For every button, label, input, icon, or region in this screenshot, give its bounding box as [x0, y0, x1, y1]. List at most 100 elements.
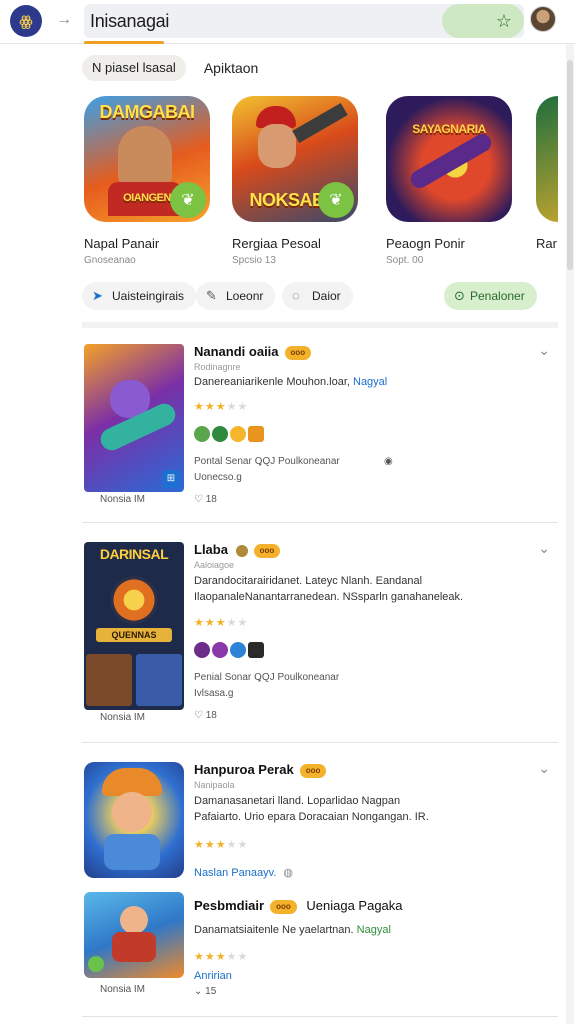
thumbnail-caption: Nonsia IM: [100, 712, 146, 723]
scrollbar-thumb[interactable]: [567, 60, 573, 270]
description-link[interactable]: Nagyal: [353, 376, 387, 388]
character-face: [258, 124, 296, 168]
featured-art[interactable]: NOKSAEAI ❦: [232, 96, 358, 222]
app-badge-icon: ⊞: [162, 470, 180, 488]
result-divider: [82, 522, 558, 523]
result-item[interactable]: Hanpuroa Perak ooo Nanipaola Damanasaneta…: [82, 760, 558, 884]
result-thumbnail[interactable]: [84, 892, 184, 978]
edit-chip[interactable]: ✎ Loeonr: [196, 282, 276, 310]
result-title-tail: Ueniaga Pagaka: [306, 898, 403, 913]
character-figure: [118, 126, 172, 186]
result-subtitle: Aaloiagoe: [194, 560, 235, 570]
thumbnail-subbanner-text: QUENNAS: [96, 628, 172, 642]
emblem-shape: [110, 576, 158, 624]
section-divider: [82, 322, 558, 328]
result-count: ⌄ 15: [194, 986, 217, 997]
featured-card[interactable]: DAMGABAI OIANGEN ❦ Napal Panair Gnoseana…: [84, 96, 214, 266]
result-link[interactable]: Anririan: [194, 970, 232, 982]
result-thumbnail[interactable]: [84, 762, 184, 878]
featured-title: Rergiaa Pesoal: [232, 236, 321, 251]
chevron-down-icon[interactable]: ⌄: [538, 760, 550, 777]
result-count: ♡ 18: [194, 494, 217, 505]
camera-icon: ◉: [384, 456, 393, 467]
count-value: 18: [205, 494, 217, 505]
leaf-icon: ❦: [318, 182, 354, 218]
result-thumbnail[interactable]: ⊞: [84, 344, 184, 492]
featured-art[interactable]: SAYAGNARIA: [386, 96, 512, 222]
featured-art[interactable]: DAMGABAI OIANGEN ❦: [84, 96, 210, 222]
chevron-down-icon[interactable]: ⌄: [538, 342, 550, 359]
result-title-text: Hanpuroa Perak: [194, 762, 294, 777]
category-tabs: N piasel lsasal Apiktaon: [82, 54, 262, 82]
description-text: Danereaniarikenle Mouhon.loar,: [194, 376, 350, 388]
thumbnail-tile: [136, 654, 182, 706]
result-tag-badge: ooo: [299, 763, 327, 778]
result-link-text: Naslan Panaayv.: [194, 867, 277, 879]
leaf-icon: ❦: [170, 182, 206, 218]
tab-first[interactable]: N piasel lsasal: [82, 55, 186, 81]
blaster-shape: [407, 130, 495, 192]
chevron-down-icon[interactable]: ⌄: [538, 540, 550, 557]
chat-chip[interactable]: ◌ Daior: [282, 282, 353, 310]
result-title-text: Llaba: [194, 542, 228, 557]
description-link[interactable]: Nagyal: [357, 924, 391, 936]
chat-bubble-icon: ◌: [292, 288, 300, 303]
featured-meta: Spcsio 13: [232, 255, 276, 266]
result-item[interactable]: Nonsia IM Pesbmdiair ooo Ueniaga Pagaka D…: [82, 892, 558, 1010]
featured-art[interactable]: [536, 96, 558, 222]
featured-banner-text: SAYAGNARIA: [412, 122, 486, 136]
chip-label: Loeonr: [226, 289, 264, 303]
result-info-tail: Ivlsasa.g: [194, 688, 234, 699]
favorite-button[interactable]: ☆: [442, 4, 524, 38]
top-bar: ꙮ → Inisanagai ☆: [0, 0, 576, 44]
result-tag-badge: ooo: [284, 345, 312, 360]
feature-icon: [248, 642, 264, 658]
featured-card[interactable]: SAYAGNARIA Peaogn Ponir Sopt. 00: [386, 96, 516, 266]
result-thumbnail[interactable]: DARINSAL QUENNAS: [84, 542, 184, 710]
result-info: Penial Sonar ꝖQJ Poulkoneanar: [194, 672, 340, 683]
chip-label: Penaloner: [470, 289, 525, 303]
result-title-text: Nanandi oaiia: [194, 344, 279, 359]
featured-card-partial[interactable]: Rar: [536, 96, 558, 266]
result-description: Danamatsiaitenle Ne yaelartnan. Nagyal: [194, 922, 391, 938]
result-title[interactable]: Hanpuroa Perak ooo: [194, 762, 327, 778]
user-avatar[interactable]: [530, 6, 556, 32]
featured-title: Rar: [536, 236, 557, 251]
star-rating: ★★★★★: [194, 951, 249, 963]
result-title[interactable]: Llaba ooo: [194, 542, 281, 558]
result-description: Danereaniarikenle Mouhon.loar, Nagyal: [194, 374, 387, 390]
featured-title: Napal Panair: [84, 236, 160, 251]
character-face: [120, 906, 148, 934]
featured-banner-text: DAMGABAI: [99, 102, 196, 122]
result-info-tail: Uonecso.g: [194, 472, 242, 483]
result-info: Pontal Senar ꝖQJ Poulkoneanar: [194, 456, 340, 467]
chip-label: Uaisteingirais: [112, 289, 185, 303]
featured-card[interactable]: NOKSAEAI ❦ Rergiaa Pesoal Spcsio 13: [232, 96, 362, 266]
result-description: Darandocitarairidanet. Lateyc Nlanh. Ean…: [194, 575, 423, 587]
directions-chip[interactable]: ➤ Uaisteingirais: [82, 282, 197, 310]
result-item[interactable]: ⊞ Nonsia IM Nanandi oaiia ooo Rodinagnre …: [82, 342, 558, 512]
thumbnail-banner-text: DARINSAL: [99, 546, 169, 562]
search-underline: [84, 41, 164, 44]
tab-second[interactable]: Apiktaon: [200, 55, 262, 81]
verified-icon: [235, 544, 248, 557]
result-link[interactable]: Naslan Panaayv. ◍: [194, 866, 293, 879]
result-title[interactable]: Pesbmdiair ooo Ueniaga Pagaka: [194, 898, 403, 914]
app-logo-icon[interactable]: ꙮ: [10, 5, 42, 37]
character-body: [112, 932, 156, 962]
result-description: IlaopanaleNanantarranedean. NSsparln gan…: [194, 591, 464, 603]
result-description: Pafaiarto. Urio epara Doracaian Nonganga…: [194, 811, 429, 823]
info-icon: ◍: [283, 867, 294, 879]
search-bar[interactable]: Inisanagai ☆: [84, 4, 524, 44]
result-title-text: Pesbmdiair: [194, 898, 265, 913]
star-rating: ★★★★★: [194, 401, 249, 413]
result-title[interactable]: Nanandi oaiia ooo: [194, 344, 312, 360]
arrow-right-icon[interactable]: →: [54, 10, 74, 30]
circle-check-icon: ⊙: [454, 288, 465, 303]
result-count: ♡ 18: [194, 710, 217, 721]
result-subtitle: Rodinagnre: [194, 362, 241, 372]
search-query[interactable]: Inisanagai: [90, 11, 169, 32]
result-item[interactable]: DARINSAL QUENNAS Nonsia IM Llaba ooo Aal…: [82, 540, 558, 730]
primary-action-chip[interactable]: ⊙ Penaloner: [444, 282, 537, 310]
thumbnail-tile: [86, 654, 132, 706]
